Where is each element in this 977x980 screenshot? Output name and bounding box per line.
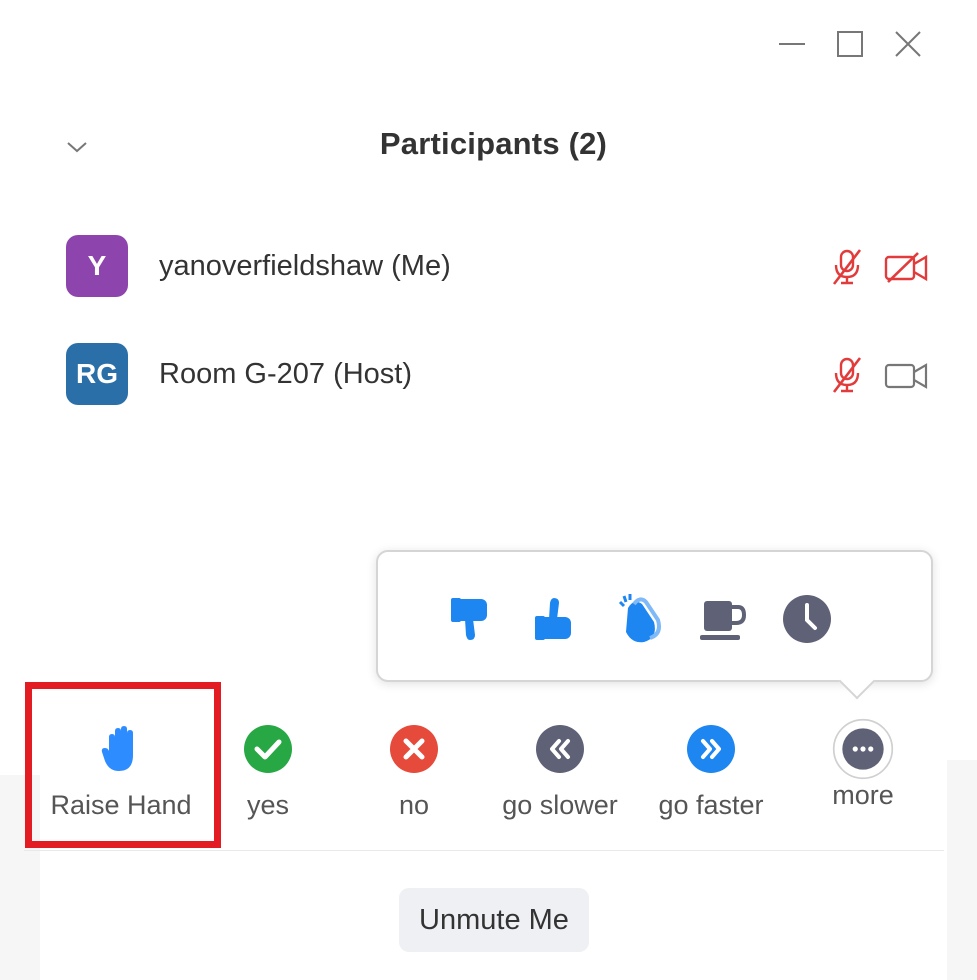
participant-name: Room G-207 (Host) [159,357,413,390]
thumbs-down-icon[interactable] [440,588,502,650]
popover-arrow [838,662,876,700]
divider [24,850,944,851]
participant-name: yanoverfieldshaw (Me) [159,249,451,282]
reaction-label: go slower [502,790,618,820]
minimize-button[interactable] [763,22,821,66]
unmute-button[interactable]: Unmute Me [399,888,589,952]
participant-row[interactable]: RG Room G-207 (Host) [66,342,936,406]
window-controls [763,22,937,66]
reaction-label: no [398,790,430,820]
clock-icon[interactable] [776,588,838,650]
go-slower-button[interactable]: go slower [494,718,626,821]
yes-button[interactable]: yes [232,718,304,821]
background-shade [947,760,977,980]
participant-row[interactable]: Y yanoverfieldshaw (Me) [66,234,936,298]
close-icon [895,31,921,57]
raise-hand-highlight [25,682,221,848]
panel-title: Participants (2) [379,126,608,161]
mic-muted-icon[interactable] [830,356,864,394]
avatar: Y [66,235,128,297]
reaction-label: more [832,780,894,810]
reaction-label: go faster [658,790,764,820]
coffee-cup-icon[interactable] [692,588,754,650]
mic-muted-icon[interactable] [830,248,864,286]
video-icon[interactable] [884,359,928,391]
thumbs-up-icon[interactable] [524,588,586,650]
x-icon [390,725,438,773]
video-off-icon[interactable] [884,251,928,283]
avatar: RG [66,343,128,405]
fast-forward-icon [687,725,735,773]
maximize-icon [837,31,863,57]
check-icon [244,725,292,773]
maximize-button[interactable] [821,22,879,66]
more-button[interactable]: more [824,718,902,811]
clapping-hands-icon[interactable] [608,588,670,650]
go-faster-button[interactable]: go faster [650,718,772,821]
minimize-icon [779,43,805,45]
rewind-icon [536,725,584,773]
close-button[interactable] [879,22,937,66]
no-button[interactable]: no [378,718,450,821]
more-reactions-popover [376,550,933,700]
reaction-label: yes [246,790,290,820]
more-icon [832,718,894,780]
